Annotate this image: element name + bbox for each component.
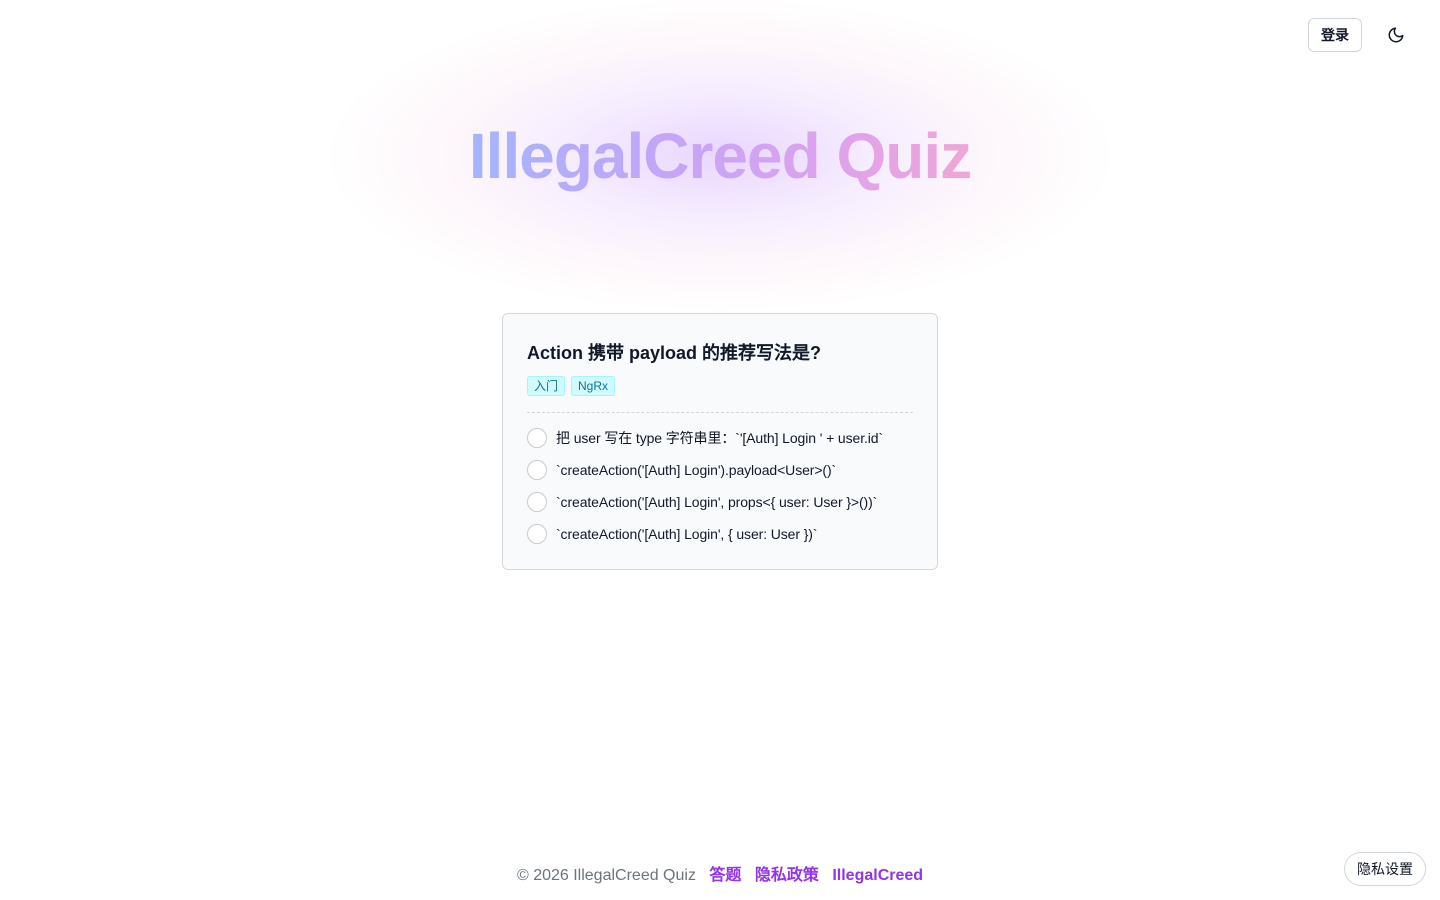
login-button[interactable]: 登录 bbox=[1308, 18, 1362, 52]
option-label: 把 user 写在 type 字符串里：`'[Auth] Login ' + u… bbox=[556, 430, 884, 446]
moon-icon bbox=[1388, 27, 1404, 43]
copyright-text: © 2026 IllegalCreed Quiz bbox=[516, 867, 696, 884]
option-label: `createAction('[Auth] Login', props<{ us… bbox=[556, 494, 878, 510]
privacy-settings-button[interactable]: 隐私设置 bbox=[1344, 852, 1426, 886]
question-text: Action 携带 payload 的推荐写法是? bbox=[527, 343, 822, 363]
radio-button[interactable] bbox=[527, 524, 547, 544]
footer: © 2026 IllegalCreed Quiz 答题 隐私政策 Illegal… bbox=[0, 864, 1440, 888]
option-label: `createAction('[Auth] Login').payload<Us… bbox=[556, 462, 837, 478]
tag-list: 入门 NgRx bbox=[527, 376, 913, 396]
radio-button[interactable] bbox=[527, 460, 547, 480]
option-label: `createAction('[Auth] Login', { user: Us… bbox=[556, 526, 818, 542]
hero-title: IllegalCreed Quiz bbox=[468, 120, 972, 192]
radio-button[interactable] bbox=[527, 492, 547, 512]
footer-link-author[interactable]: IllegalCreed bbox=[832, 867, 923, 884]
tag-topic: NgRx bbox=[571, 376, 616, 396]
quiz-card: Action 携带 payload 的推荐写法是? 入门 NgRx 把 user… bbox=[502, 313, 938, 570]
option-1[interactable]: 把 user 写在 type 字符串里：`'[Auth] Login ' + u… bbox=[527, 427, 913, 449]
card-divider bbox=[527, 412, 913, 413]
tag-level: 入门 bbox=[527, 376, 566, 396]
option-3[interactable]: `createAction('[Auth] Login', props<{ us… bbox=[527, 491, 913, 513]
quiz-page: 登录 IllegalCreed Quiz Action 携带 payload 的… bbox=[0, 0, 1440, 900]
option-list: 把 user 写在 type 字符串里：`'[Auth] Login ' + u… bbox=[527, 427, 913, 545]
option-4[interactable]: `createAction('[Auth] Login', { user: Us… bbox=[527, 523, 913, 545]
footer-link-privacy-policy[interactable]: 隐私政策 bbox=[755, 867, 819, 884]
option-2[interactable]: `createAction('[Auth] Login').payload<Us… bbox=[527, 459, 913, 481]
theme-toggle-button[interactable] bbox=[1381, 21, 1411, 49]
footer-link-quiz[interactable]: 答题 bbox=[709, 867, 741, 884]
radio-button[interactable] bbox=[527, 428, 547, 448]
